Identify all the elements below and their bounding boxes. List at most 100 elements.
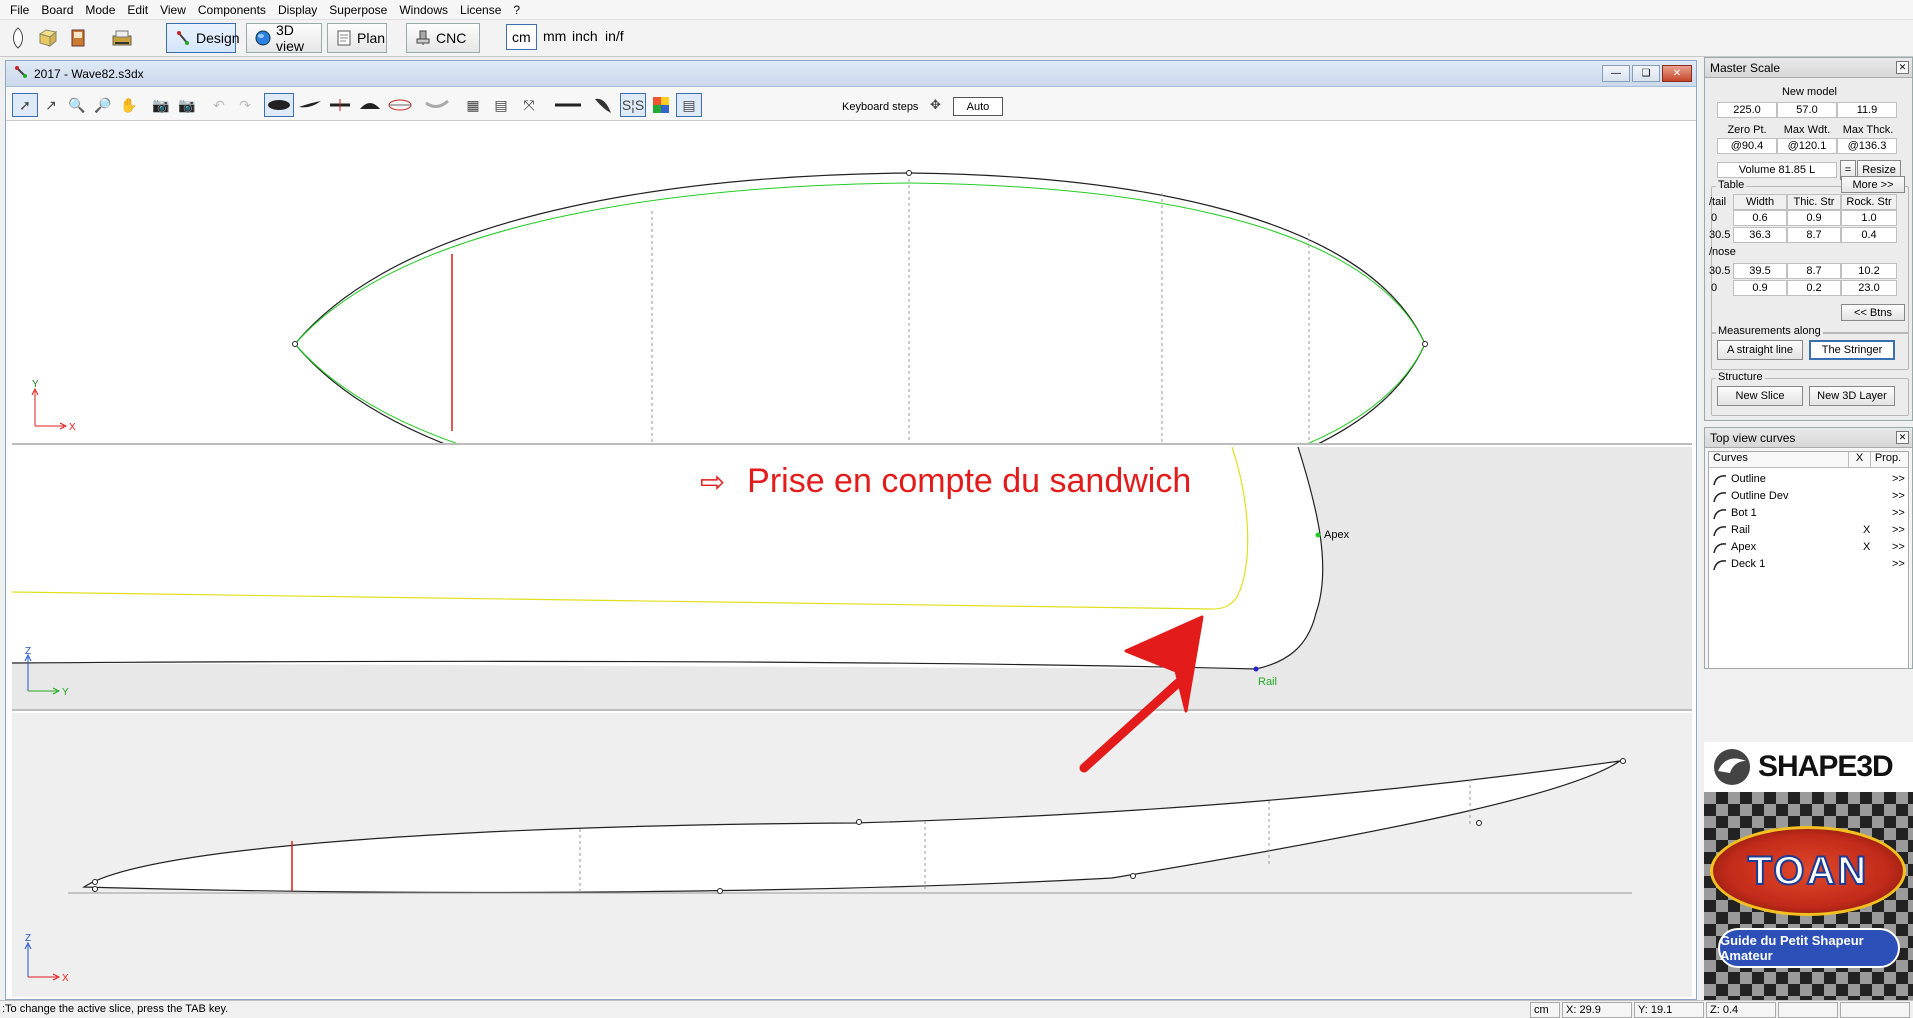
mode-design-button[interactable]: Design xyxy=(166,23,240,53)
top-view-canvas[interactable]: Y X xyxy=(12,123,1692,445)
properties-icon[interactable]: ▤ xyxy=(676,93,702,117)
minimize-button[interactable]: — xyxy=(1602,65,1630,82)
close-button[interactable]: ✕ xyxy=(1662,65,1692,82)
color-palette-icon[interactable] xyxy=(648,93,674,117)
select-point-icon[interactable]: ↗ xyxy=(38,93,64,117)
mode-plan-button[interactable]: Plan xyxy=(327,23,387,53)
menu-mode[interactable]: Mode xyxy=(79,0,121,20)
curve-row[interactable]: Bot 1 >> xyxy=(1711,506,1911,522)
side-view-canvas[interactable]: Z X xyxy=(12,713,1692,997)
curve-row[interactable]: Rail X >> xyxy=(1711,523,1911,539)
grid-icon[interactable]: ▦ xyxy=(460,93,486,117)
top-view-icon[interactable] xyxy=(264,93,294,117)
tail-rock[interactable]: 0.4 xyxy=(1841,227,1897,243)
zoom-window-icon[interactable]: 🔎 xyxy=(90,93,116,117)
nose-bottom-point[interactable] xyxy=(1476,820,1482,826)
apex-point[interactable] xyxy=(1315,532,1321,538)
unit-inch[interactable]: inch xyxy=(569,28,601,44)
select-arrow-icon[interactable]: ➚ xyxy=(12,93,38,117)
max-wdt-pos[interactable]: @120.1 xyxy=(1777,138,1837,154)
rail-point[interactable] xyxy=(1253,666,1259,672)
measure-icon[interactable]: ⤧ xyxy=(516,93,542,117)
bottom-view-icon[interactable] xyxy=(422,93,452,117)
more-button[interactable]: More >> xyxy=(1841,176,1905,193)
status-empty xyxy=(1778,1002,1838,1018)
length-value[interactable]: 225.0 xyxy=(1717,102,1777,118)
side-view-icon[interactable] xyxy=(296,93,324,117)
curve-row[interactable]: Outline Dev >> xyxy=(1711,489,1911,505)
mode-cnc-button[interactable]: CNC xyxy=(406,23,480,53)
deck-view-icon[interactable] xyxy=(356,93,384,117)
axis-z-label: Z xyxy=(25,646,31,657)
new-3d-layer-button[interactable]: New 3D Layer xyxy=(1809,386,1895,406)
open-file-icon[interactable] xyxy=(36,26,60,50)
nose-thic[interactable]: 0.2 xyxy=(1787,280,1841,296)
snapshot-off-icon[interactable]: 📷 xyxy=(174,93,200,117)
menu-edit[interactable]: Edit xyxy=(121,0,154,20)
menu-components[interactable]: Components xyxy=(192,0,272,20)
new-slice-button[interactable]: New Slice xyxy=(1717,386,1803,406)
fin-box-icon[interactable] xyxy=(552,93,584,117)
menu-superpose[interactable]: Superpose xyxy=(323,0,393,20)
fin-icon[interactable] xyxy=(590,93,616,117)
tail-bottom-point[interactable] xyxy=(92,886,98,892)
new-board-icon[interactable] xyxy=(6,26,30,50)
bottom-point[interactable] xyxy=(717,888,723,894)
layers-icon[interactable]: ▤ xyxy=(488,93,514,117)
rail-view-icon[interactable] xyxy=(386,93,414,117)
deck-point[interactable] xyxy=(856,819,862,825)
print-icon[interactable] xyxy=(110,26,134,50)
volume-value[interactable]: Volume 81.85 L xyxy=(1717,162,1837,178)
menu-help[interactable]: ? xyxy=(507,0,526,20)
snapshot-icon[interactable]: 📷 xyxy=(148,93,174,117)
unit-mm[interactable]: mm xyxy=(540,28,569,44)
menu-board[interactable]: Board xyxy=(35,0,79,20)
slice-view-icon[interactable] xyxy=(326,93,354,117)
menu-file[interactable]: File xyxy=(4,0,35,20)
nose-rock[interactable]: 10.2 xyxy=(1841,263,1897,279)
max-thck-pos[interactable]: @136.3 xyxy=(1837,138,1897,154)
nose-point[interactable] xyxy=(1422,341,1428,347)
tail-point[interactable] xyxy=(292,341,298,347)
nose-rock[interactable]: 23.0 xyxy=(1841,280,1897,296)
width-value[interactable]: 57.0 xyxy=(1777,102,1837,118)
keyboard-steps-auto[interactable]: Auto xyxy=(953,97,1003,116)
menu-windows[interactable]: Windows xyxy=(393,0,454,20)
tail-width[interactable]: 36.3 xyxy=(1733,227,1787,243)
nose-width[interactable]: 0.9 xyxy=(1733,280,1787,296)
symmetry-icon[interactable]: S¦S xyxy=(620,93,646,117)
undo-icon[interactable]: ↶ xyxy=(206,93,232,117)
curve-row[interactable]: Deck 1 >> xyxy=(1711,557,1911,573)
close-panel-icon[interactable]: ✕ xyxy=(1896,431,1909,444)
thickness-value[interactable]: 11.9 xyxy=(1837,102,1897,118)
curve-row[interactable]: Outline >> xyxy=(1711,472,1911,488)
menu-license[interactable]: License xyxy=(454,0,507,20)
zoom-icon[interactable]: 🔍 xyxy=(64,93,90,117)
tail-thic[interactable]: 0.9 xyxy=(1787,210,1841,226)
restore-button[interactable]: ❑ xyxy=(1632,65,1660,82)
redo-icon[interactable]: ↷ xyxy=(232,93,258,117)
save-file-icon[interactable] xyxy=(66,26,90,50)
tail-rock[interactable]: 1.0 xyxy=(1841,210,1897,226)
nose-width[interactable]: 39.5 xyxy=(1733,263,1787,279)
menu-view[interactable]: View xyxy=(154,0,192,20)
unit-inf[interactable]: in/f xyxy=(602,28,627,44)
tail-thic[interactable]: 8.7 xyxy=(1787,227,1841,243)
mode-3d-view-button[interactable]: 3D view xyxy=(246,22,322,54)
btns-toggle-button[interactable]: << Btns xyxy=(1841,304,1905,321)
nose-point[interactable] xyxy=(1620,758,1626,764)
unit-cm[interactable]: cm xyxy=(506,24,537,50)
tail-width[interactable]: 0.6 xyxy=(1733,210,1787,226)
tail-point[interactable] xyxy=(92,879,98,885)
close-panel-icon[interactable]: ✕ xyxy=(1896,61,1909,74)
curve-row[interactable]: Apex X >> xyxy=(1711,540,1911,556)
wide-point[interactable] xyxy=(906,170,912,176)
bottom-point[interactable] xyxy=(1130,873,1136,879)
menu-display[interactable]: Display xyxy=(272,0,323,20)
globe-icon xyxy=(255,30,271,46)
stringer-button[interactable]: The Stringer xyxy=(1809,340,1895,360)
zero-pt-value[interactable]: @90.4 xyxy=(1717,138,1777,154)
pan-hand-icon[interactable]: ✋ xyxy=(116,93,142,117)
straight-line-button[interactable]: A straight line xyxy=(1717,340,1803,360)
nose-thic[interactable]: 8.7 xyxy=(1787,263,1841,279)
